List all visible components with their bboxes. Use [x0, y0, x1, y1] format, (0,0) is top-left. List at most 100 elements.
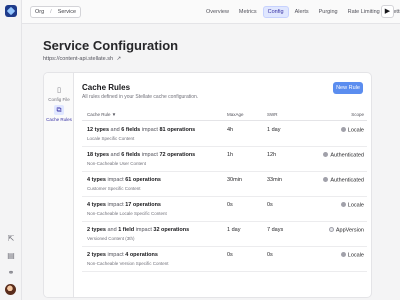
- table-header: Cache Rule ▼ MaxAge SWR Scope: [82, 111, 367, 121]
- rule-maxage: 1 day: [227, 227, 241, 233]
- new-rule-button[interactable]: New Rule: [333, 82, 363, 94]
- rule-impact: impact: [141, 127, 158, 133]
- scope-dot-icon: [323, 152, 329, 157]
- sidebar-item-cache-rules[interactable]: ⧉ Cache Rules: [44, 105, 74, 122]
- rule-scope: Locale: [340, 202, 364, 209]
- layers-icon: ⧉: [54, 105, 64, 115]
- rule-maxage: 0s: [227, 252, 233, 258]
- rule-operations: 72 operations: [159, 152, 196, 158]
- rule-maxage: 0s: [227, 202, 233, 208]
- sidebar-item-config-file[interactable]: ▯ Config File: [44, 85, 74, 102]
- breadcrumb-service[interactable]: Service: [54, 7, 80, 17]
- sort-icon[interactable]: ▼: [112, 112, 116, 117]
- external-link-icon[interactable]: ⇱: [6, 234, 16, 244]
- rule-scope-label: Locale: [347, 252, 364, 259]
- nav-purging[interactable]: Purging: [315, 6, 342, 18]
- breadcrumb: Org / Service: [30, 6, 82, 18]
- rule-impact: impact: [107, 177, 124, 183]
- rule-scope-label: Authenticated: [330, 152, 364, 159]
- table-row[interactable]: 4 types impact 17 operations Non-Cacheabl…: [82, 198, 367, 222]
- rule-name: Non-Cacheable Locale Specific Content: [87, 211, 167, 216]
- rule-summary: 12 types and 6 fields impact 81 operatio…: [87, 127, 195, 133]
- rule-and: and: [110, 152, 120, 158]
- rule-swr: 7 days: [267, 227, 284, 233]
- header-swr[interactable]: SWR: [267, 112, 278, 117]
- app-rail: ⇱ ▤ ⚭: [0, 0, 22, 300]
- section-title: Cache Rules: [82, 83, 131, 92]
- rule-scope-label: Locale: [347, 202, 364, 209]
- rule-scope: Authenticated: [323, 177, 364, 184]
- rule-types: 18 types: [87, 152, 110, 158]
- rule-types: 2 types: [87, 252, 106, 258]
- sidebar-item-label: Config File: [48, 97, 70, 102]
- header-cache-rule[interactable]: Cache Rule ▼: [87, 112, 116, 117]
- nav-metrics[interactable]: Metrics: [235, 6, 261, 18]
- rule-fields: 1 field: [118, 227, 135, 233]
- service-url-text[interactable]: https://content-api.stellate.sh: [43, 56, 113, 62]
- rule-types: 12 types: [87, 127, 110, 133]
- breadcrumb-org[interactable]: Org: [31, 7, 48, 17]
- rule-summary: 2 types impact 4 operations: [87, 252, 158, 258]
- scope-dot-icon: [340, 252, 346, 257]
- header-scope[interactable]: Scope: [351, 112, 364, 117]
- scope-dot-icon: [323, 177, 329, 182]
- table-row[interactable]: 4 types impact 61 operations Customer Spe…: [82, 173, 367, 197]
- rule-scope-label: AppVersion: [335, 227, 364, 234]
- config-sidebar: ▯ Config File ⧉ Cache Rules: [44, 73, 74, 297]
- rule-scope: Authenticated: [323, 152, 364, 159]
- globe-icon: [328, 227, 334, 232]
- rule-types: 4 types: [87, 177, 106, 183]
- rule-swr: 33min: [267, 177, 282, 183]
- rule-impact: impact: [135, 227, 152, 233]
- rule-name: Versioned Content (3th): [87, 236, 135, 241]
- header-maxage[interactable]: MaxAge: [227, 112, 244, 117]
- link-icon[interactable]: ⚭: [6, 268, 16, 278]
- rule-operations: 32 operations: [153, 227, 190, 233]
- avatar[interactable]: [5, 284, 16, 295]
- table-row[interactable]: 18 types and 6 fields impact 72 operatio…: [82, 148, 367, 172]
- table-row[interactable]: 12 types and 6 fields impact 81 operatio…: [82, 123, 367, 147]
- rule-scope: AppVersion: [328, 227, 364, 234]
- table-row[interactable]: 2 types impact 4 operations Non-Cacheable…: [82, 248, 367, 272]
- rule-swr: 0s: [267, 252, 273, 258]
- scope-dot-icon: [340, 202, 346, 207]
- app-logo[interactable]: [5, 5, 17, 17]
- document-icon[interactable]: ▤: [6, 251, 16, 261]
- rule-summary: 18 types and 6 fields impact 72 operatio…: [87, 152, 195, 158]
- scope-dot-icon: [340, 127, 346, 132]
- rule-scope: Locale: [340, 127, 364, 134]
- rule-impact: impact: [107, 252, 124, 258]
- page-title: Service Configuration: [43, 38, 179, 53]
- rule-impact: impact: [107, 202, 124, 208]
- service-url[interactable]: https://content-api.stellate.sh ↗: [43, 56, 121, 62]
- rule-summary: 2 types and 1 field impact 32 operations: [87, 227, 189, 233]
- rule-scope: Locale: [340, 252, 364, 259]
- file-icon: ▯: [57, 86, 61, 94]
- rule-operations: 4 operations: [125, 252, 158, 258]
- rule-name: Non-Cacheable User Content: [87, 161, 147, 166]
- nav-overview[interactable]: Overview: [202, 6, 233, 18]
- rule-swr: 0s: [267, 202, 273, 208]
- rule-operations: 61 operations: [125, 177, 161, 183]
- rule-maxage: 30min: [227, 177, 242, 183]
- nav-config[interactable]: Config: [262, 6, 289, 18]
- rule-maxage: 4h: [227, 127, 234, 133]
- rule-operations: 81 operations: [159, 127, 196, 133]
- play-icon[interactable]: ▶: [381, 5, 394, 18]
- rule-operations: 17 operations: [125, 202, 161, 208]
- external-link-icon[interactable]: ↗: [117, 56, 122, 62]
- rule-scope-label: Locale: [347, 127, 364, 134]
- rule-name: Non-Cacheable Version Specific Content: [87, 261, 169, 266]
- rule-name: Customer Specific Content: [87, 186, 141, 191]
- sidebar-item-label: Cache Rules: [46, 117, 72, 122]
- rule-swr: 12h: [267, 152, 277, 158]
- rule-summary: 4 types impact 61 operations: [87, 177, 161, 183]
- rule-and: and: [110, 127, 120, 133]
- nav-alerts[interactable]: Alerts: [291, 6, 313, 18]
- rule-summary: 4 types impact 17 operations: [87, 202, 161, 208]
- top-nav: Overview Metrics Config Alerts Purging R…: [202, 6, 400, 18]
- table-row[interactable]: 2 types and 1 field impact 32 operations…: [82, 223, 367, 247]
- rule-fields: 6 fields: [121, 127, 141, 133]
- rule-name: Locale Specific Content: [87, 136, 135, 141]
- nav-rate-limiting[interactable]: Rate Limiting: [344, 6, 384, 18]
